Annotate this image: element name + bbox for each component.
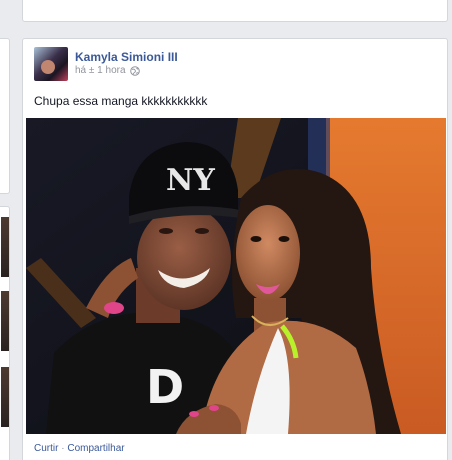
thumbnail: [1, 217, 9, 277]
post-photo[interactable]: D NY: [26, 118, 446, 434]
left-column-card: [0, 38, 10, 194]
actions-separator: ·: [61, 443, 65, 454]
story-actions: Curtir · Compartilhar: [34, 443, 125, 454]
globe-icon[interactable]: [129, 65, 140, 76]
author-name-link[interactable]: Kamyla Simioni III: [75, 50, 178, 64]
previous-story-card: [22, 0, 448, 22]
story-meta: há ± 1 hora: [75, 65, 140, 76]
left-column-photo-card: [0, 206, 10, 460]
author-avatar[interactable]: [34, 47, 68, 81]
post-message: Chupa essa manga kkkkkkkkkkk: [34, 94, 208, 108]
shirt-print-text: D: [146, 360, 184, 414]
like-link[interactable]: Curtir: [34, 443, 58, 454]
cap-logo-text: NY: [166, 163, 215, 198]
thumbnail: [1, 291, 9, 351]
share-link[interactable]: Compartilhar: [67, 443, 124, 454]
timestamp-link[interactable]: há ± 1 hora: [75, 65, 126, 76]
thumbnail: [1, 367, 9, 427]
feed-story: Kamyla Simioni III há ± 1 hora Chupa ess…: [22, 38, 448, 460]
